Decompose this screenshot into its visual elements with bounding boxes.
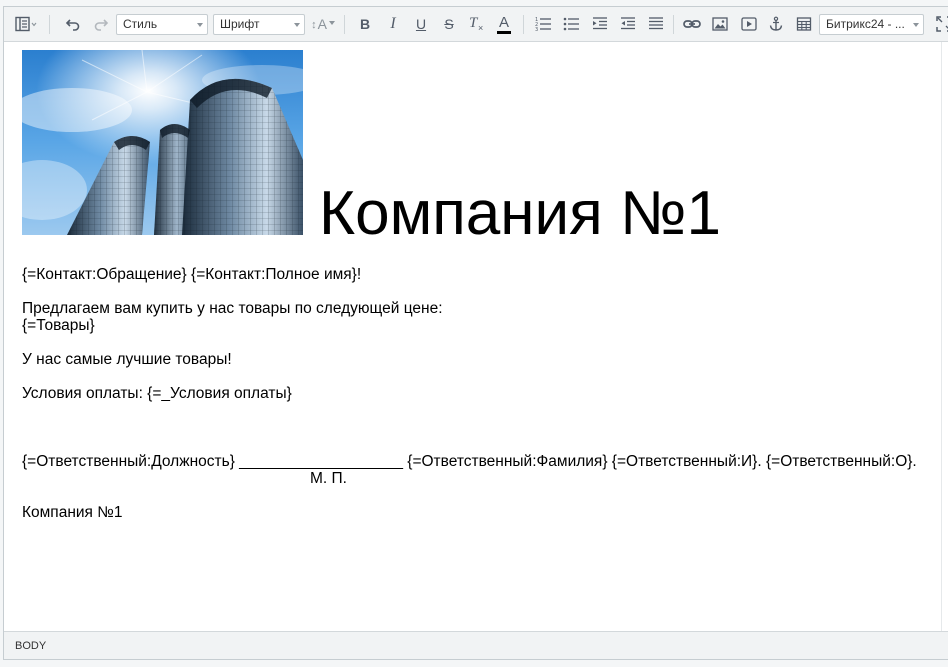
skyscrapers-photo[interactable] (22, 50, 303, 235)
style-select[interactable]: Стиль (116, 14, 208, 35)
outdent-button[interactable] (589, 13, 611, 35)
footer-company-name: Компания №1 (22, 504, 123, 521)
indent-icon (620, 16, 636, 32)
text-color-button[interactable]: A (493, 13, 515, 35)
fullscreen-icon (936, 16, 948, 32)
font-size-button[interactable]: ↕ A (310, 13, 336, 35)
video-icon (741, 16, 757, 32)
chevron-down-icon (197, 23, 203, 27)
image-button[interactable] (709, 13, 731, 35)
link-icon (683, 16, 701, 32)
chevron-down-icon (294, 23, 300, 27)
font-size-icon: ↕ A (311, 16, 335, 32)
template-select[interactable]: Битрикс24 - ... (819, 14, 924, 35)
toolbar-separator (673, 15, 674, 34)
ordered-list-button[interactable]: 1 2 3 (532, 13, 554, 35)
payment-terms-line: Условия оплаты: {=_Условия оплаты} (22, 385, 292, 402)
anchor-button[interactable] (765, 13, 787, 35)
anchor-icon (768, 16, 784, 32)
style-select-value: Стиль (123, 17, 158, 31)
align-justify-icon (648, 16, 664, 32)
video-button[interactable] (738, 13, 760, 35)
text-color-icon: A (497, 15, 511, 34)
html-editor: Стиль Шрифт ↕ A B I U S T × A 1 2 3 Битр… (3, 6, 948, 660)
undo-button[interactable] (62, 13, 84, 35)
font-size-glyph: A (317, 16, 327, 32)
italic-icon: I (390, 15, 396, 32)
table-icon (796, 16, 812, 32)
ordered-list-icon: 1 2 3 (535, 16, 551, 32)
chevron-down-icon (913, 23, 919, 27)
strikethrough-button[interactable]: S (438, 13, 460, 35)
underline-button[interactable]: U (410, 13, 432, 35)
toolbar-separator (344, 15, 345, 34)
undo-icon (65, 16, 81, 32)
bold-icon: B (359, 16, 371, 32)
link-button[interactable] (681, 13, 703, 35)
best-products-line: У нас самые лучшие товары! (22, 351, 232, 368)
unordered-list-button[interactable] (560, 13, 582, 35)
remove-format-button[interactable]: T × (465, 13, 487, 35)
path-body-tag[interactable]: BODY (15, 639, 46, 653)
redo-icon (93, 16, 109, 32)
products-placeholder: {=Товары} (22, 317, 95, 334)
editor-statusbar: BODY (4, 631, 948, 659)
signature-line: {=Ответственный:Должность} _____________… (22, 453, 917, 470)
greeting-line: {=Контакт:Обращение} {=Контакт:Полное им… (22, 266, 362, 283)
bold-button[interactable]: B (354, 13, 376, 35)
strikethrough-icon: S (444, 16, 454, 32)
stamp-placeholder: М. П. (310, 470, 347, 487)
italic-button[interactable]: I (382, 13, 404, 35)
vertical-scrollbar[interactable] (941, 42, 948, 631)
toolbar-separator (49, 15, 50, 34)
align-button[interactable] (645, 13, 667, 35)
view-mode-button[interactable] (12, 13, 40, 35)
text-color-glyph: A (498, 13, 509, 31)
image-icon (712, 16, 728, 32)
indent-button[interactable] (617, 13, 639, 35)
redo-button[interactable] (90, 13, 112, 35)
template-select-value: Битрикс24 - ... (826, 17, 905, 31)
offer-line: Предлагаем вам купить у нас товары по сл… (22, 300, 443, 317)
editor-toolbar: Стиль Шрифт ↕ A B I U S T × A 1 2 3 Битр… (4, 7, 948, 42)
outdent-icon (592, 16, 608, 32)
toolbar-separator (523, 15, 524, 34)
svg-text:3: 3 (535, 27, 538, 32)
company-heading: Компания №1 (319, 179, 721, 248)
underline-icon: U (415, 16, 427, 32)
fullscreen-button[interactable] (933, 13, 948, 35)
font-select[interactable]: Шрифт (213, 14, 305, 35)
unordered-list-icon (563, 16, 579, 32)
editor-content-area[interactable]: Компания №1 {=Контакт:Обращение} {=Конта… (4, 42, 941, 631)
table-button[interactable] (793, 13, 815, 35)
view-mode-icon (14, 16, 38, 32)
font-select-value: Шрифт (220, 17, 260, 31)
remove-format-glyph: T (469, 15, 478, 31)
remove-format-icon: T × (469, 15, 484, 33)
